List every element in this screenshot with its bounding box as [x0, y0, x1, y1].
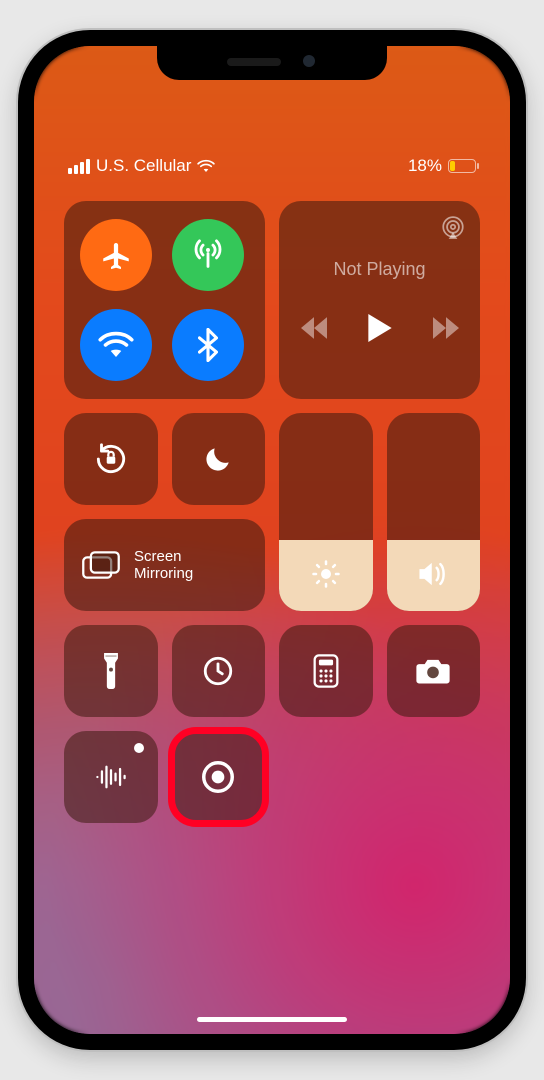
cellular-data-toggle[interactable] — [172, 219, 244, 291]
speaker-volume-icon — [387, 559, 481, 589]
connectivity-module[interactable] — [64, 201, 265, 399]
flashlight-button[interactable] — [64, 625, 158, 717]
screen: U.S. Cellular 18% — [34, 46, 510, 1034]
previous-track-button[interactable] — [301, 317, 327, 339]
airplane-icon — [99, 238, 133, 272]
battery-fill — [450, 161, 455, 171]
bluetooth-toggle[interactable] — [172, 309, 244, 381]
voice-memo-badge-icon — [134, 743, 144, 753]
camera-button[interactable] — [387, 625, 481, 717]
calculator-button[interactable] — [279, 625, 373, 717]
phone-frame: U.S. Cellular 18% — [18, 30, 526, 1050]
flashlight-icon — [101, 653, 121, 689]
volume-slider[interactable] — [387, 413, 481, 611]
battery-percent-label: 18% — [408, 156, 442, 176]
play-button[interactable] — [367, 314, 393, 342]
wifi-icon — [98, 330, 134, 360]
brightness-sun-icon — [279, 559, 373, 589]
airplay-icon[interactable] — [440, 215, 466, 241]
calculator-icon — [313, 654, 339, 688]
timer-button[interactable] — [172, 625, 266, 717]
timer-icon — [201, 654, 235, 688]
carrier-label: U.S. Cellular — [96, 156, 191, 176]
battery-icon — [448, 159, 476, 173]
screen-mirroring-icon — [82, 550, 120, 580]
control-center: Not Playing — [64, 201, 480, 823]
airplane-mode-toggle[interactable] — [80, 219, 152, 291]
bluetooth-icon — [198, 328, 218, 362]
screen-record-button[interactable] — [172, 731, 266, 823]
cellular-antenna-icon — [191, 238, 225, 272]
rotation-lock-icon — [92, 440, 130, 478]
media-module[interactable]: Not Playing — [279, 201, 480, 399]
rotation-lock-toggle[interactable] — [64, 413, 158, 505]
do-not-disturb-toggle[interactable] — [172, 413, 266, 505]
next-track-button[interactable] — [433, 317, 459, 339]
camera-icon — [415, 656, 451, 686]
screen-mirroring-label-1: Screen — [134, 548, 193, 565]
voice-memo-icon — [94, 763, 128, 791]
status-bar: U.S. Cellular 18% — [34, 156, 510, 176]
wifi-toggle[interactable] — [80, 309, 152, 381]
home-indicator[interactable] — [197, 1017, 347, 1022]
brightness-slider[interactable] — [279, 413, 373, 611]
voice-memo-button[interactable] — [64, 731, 158, 823]
now-playing-label: Not Playing — [333, 259, 425, 280]
screen-record-icon — [199, 758, 237, 796]
do-not-disturb-moon-icon — [202, 443, 234, 475]
signal-bars-icon — [68, 159, 90, 174]
wifi-status-icon — [197, 159, 215, 173]
screen-mirroring-label-2: Mirroring — [134, 565, 193, 582]
notch — [157, 46, 387, 80]
screen-mirroring-button[interactable]: Screen Mirroring — [64, 519, 265, 611]
